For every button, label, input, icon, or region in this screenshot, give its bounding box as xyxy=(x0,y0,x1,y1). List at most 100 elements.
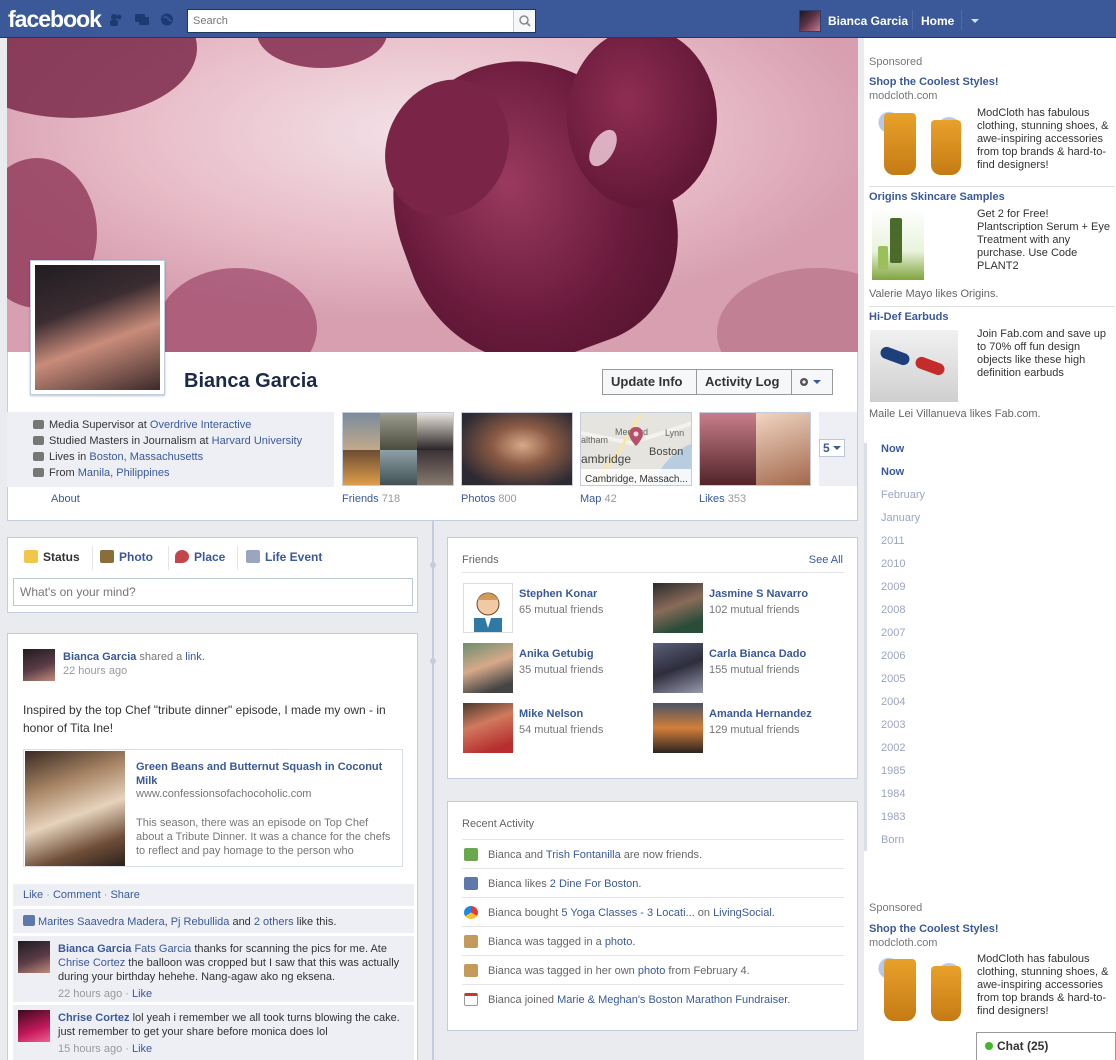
friend-item[interactable]: Carla Bianca Dado 155 mutual friends xyxy=(653,643,843,695)
comment-button[interactable]: Comment xyxy=(53,889,101,901)
activity-link[interactable]: Trish Fontanilla xyxy=(546,849,621,861)
ad-title[interactable]: Hi-Def Earbuds xyxy=(869,311,948,323)
ad-title[interactable]: Shop the Coolest Styles! xyxy=(869,76,999,88)
comment-avatar[interactable] xyxy=(18,941,50,973)
activity-log-button[interactable]: Activity Log xyxy=(696,369,792,395)
current-city-link[interactable]: Boston, Massachusetts xyxy=(89,451,203,463)
chat-button[interactable]: Chat (25) xyxy=(976,1032,1116,1060)
facebook-logo[interactable]: facebook xyxy=(8,6,102,33)
map-tile[interactable]: altham Medford Lynn ambridge Boston Camb… xyxy=(580,412,692,486)
tab-status[interactable]: Status xyxy=(24,550,80,564)
activity-link[interactable]: 2 Dine For Boston. xyxy=(550,878,642,890)
friend-item[interactable]: Jasmine S Navarro 102 mutual friends xyxy=(653,583,843,635)
about-link[interactable]: About xyxy=(51,493,80,505)
post-shared-link[interactable]: link. xyxy=(185,651,205,663)
settings-menu-button[interactable] xyxy=(791,369,833,395)
friend-requests-icon[interactable] xyxy=(109,13,123,26)
ad-image[interactable] xyxy=(872,208,924,280)
friend-name-link[interactable]: Carla Bianca Dado xyxy=(709,648,806,660)
post-author-link[interactable]: Bianca Garcia xyxy=(63,651,136,663)
search-button[interactable] xyxy=(513,10,535,32)
timeline-year-2005[interactable]: 2005 xyxy=(881,673,905,685)
timeline-year-1985[interactable]: 1985 xyxy=(881,765,905,777)
tab-life-event[interactable]: Life Event xyxy=(246,550,322,564)
map-tile-label[interactable]: Map 42 xyxy=(580,493,617,505)
comment-tag-link[interactable]: Chrise Cortez xyxy=(58,957,125,969)
comment-time[interactable]: 22 hours ago xyxy=(58,988,122,1000)
timeline-year-2002[interactable]: 2002 xyxy=(881,742,905,754)
friend-name-link[interactable]: Amanda Hernandez xyxy=(709,708,812,720)
likers-others-link[interactable]: 2 others xyxy=(254,916,294,928)
timeline-year-2011[interactable]: 2011 xyxy=(881,535,905,547)
timeline-year-2004[interactable]: 2004 xyxy=(881,696,905,708)
timeline-year-2003[interactable]: 2003 xyxy=(881,719,905,731)
friends-tile-label[interactable]: Friends 718 xyxy=(342,493,400,505)
status-input[interactable] xyxy=(13,578,413,606)
timeline-year-2010[interactable]: 2010 xyxy=(881,558,905,570)
ad-title[interactable]: Origins Skincare Samples xyxy=(869,191,1005,203)
likes-tile[interactable] xyxy=(699,412,811,486)
employer-link[interactable]: Overdrive Interactive xyxy=(150,419,251,431)
profile-name[interactable]: Bianca Garcia xyxy=(184,370,317,393)
home-link[interactable]: Home xyxy=(921,14,954,28)
ad-title[interactable]: Shop the Coolest Styles! xyxy=(869,923,999,935)
activity-link[interactable]: 5 Yoga Classes - 3 Locati... xyxy=(561,907,694,919)
photos-tile-label[interactable]: Photos 800 xyxy=(461,493,517,505)
search-input[interactable] xyxy=(188,10,513,32)
timeline-year-january[interactable]: January xyxy=(881,512,920,524)
more-tiles-button[interactable]: 5 xyxy=(819,439,845,457)
comment-avatar[interactable] xyxy=(18,1010,50,1042)
timeline-year-2009[interactable]: 2009 xyxy=(881,581,905,593)
timeline-year-1983[interactable]: 1983 xyxy=(881,811,905,823)
liker-link[interactable]: Pj Rebullida xyxy=(171,916,230,928)
friends-tile[interactable] xyxy=(342,412,454,486)
activity-link[interactable]: Marie & Meghan's Boston Marathon Fundrai… xyxy=(557,994,790,1006)
school-link[interactable]: Harvard University xyxy=(212,435,302,447)
tab-place[interactable]: Place xyxy=(175,550,225,564)
top-user-name[interactable]: Bianca Garcia xyxy=(828,14,908,28)
timeline-year-2006[interactable]: 2006 xyxy=(881,650,905,662)
comment-time[interactable]: 15 hours ago xyxy=(58,1043,122,1055)
comment-like-button[interactable]: Like xyxy=(132,988,152,1000)
timeline-year-2007[interactable]: 2007 xyxy=(881,627,905,639)
notifications-globe-icon[interactable] xyxy=(160,13,174,26)
friend-item[interactable]: Anika Getubig 35 mutual friends xyxy=(463,643,653,695)
messages-icon[interactable] xyxy=(135,13,149,26)
timeline-year-1984[interactable]: 1984 xyxy=(881,788,905,800)
photos-tile[interactable] xyxy=(461,412,573,486)
activity-link[interactable]: LivingSocial. xyxy=(713,907,775,919)
timeline-year-now[interactable]: Now xyxy=(881,466,904,478)
comment-author-link[interactable]: Bianca Garcia xyxy=(58,943,131,955)
friend-name-link[interactable]: Anika Getubig xyxy=(519,648,594,660)
hometown-link[interactable]: Manila, Philippines xyxy=(78,467,170,479)
share-button[interactable]: Share xyxy=(110,889,139,901)
activity-link[interactable]: photo. xyxy=(605,936,636,948)
timeline-year-february[interactable]: February xyxy=(881,489,925,501)
ad-image[interactable] xyxy=(869,108,969,180)
tab-photo[interactable]: Photo xyxy=(100,550,153,564)
see-all-friends-link[interactable]: See All xyxy=(809,554,843,566)
comment-tag-link[interactable]: Fats Garcia xyxy=(134,943,191,955)
friend-item[interactable]: Stephen Konar 65 mutual friends xyxy=(463,583,653,635)
post-author-avatar[interactable] xyxy=(23,649,55,681)
timeline-year-born[interactable]: Born xyxy=(881,834,904,846)
comment-like-button[interactable]: Like xyxy=(132,1043,152,1055)
ad-image[interactable] xyxy=(869,954,969,1026)
account-menu-icon[interactable] xyxy=(968,12,982,28)
liker-link[interactable]: Marites Saavedra Madera xyxy=(38,916,165,928)
likes-tile-label[interactable]: Likes 353 xyxy=(699,493,746,505)
shared-link-title[interactable]: Green Beans and Butternut Squash in Coco… xyxy=(136,760,391,788)
comment-author-link[interactable]: Chrise Cortez xyxy=(58,1012,130,1024)
timeline-year-2008[interactable]: 2008 xyxy=(881,604,905,616)
activity-link[interactable]: photo xyxy=(638,965,666,977)
timeline-year-now[interactable]: Now xyxy=(881,443,904,455)
profile-picture[interactable] xyxy=(30,260,165,395)
friend-item[interactable]: Mike Nelson 54 mutual friends xyxy=(463,703,653,755)
friend-name-link[interactable]: Mike Nelson xyxy=(519,708,583,720)
friend-name-link[interactable]: Jasmine S Navarro xyxy=(709,588,808,600)
update-info-button[interactable]: Update Info xyxy=(602,369,697,395)
friend-item[interactable]: Amanda Hernandez 129 mutual friends xyxy=(653,703,843,755)
post-timestamp[interactable]: 22 hours ago xyxy=(63,665,127,677)
like-button[interactable]: Like xyxy=(23,889,43,901)
ad-image[interactable] xyxy=(870,330,958,402)
